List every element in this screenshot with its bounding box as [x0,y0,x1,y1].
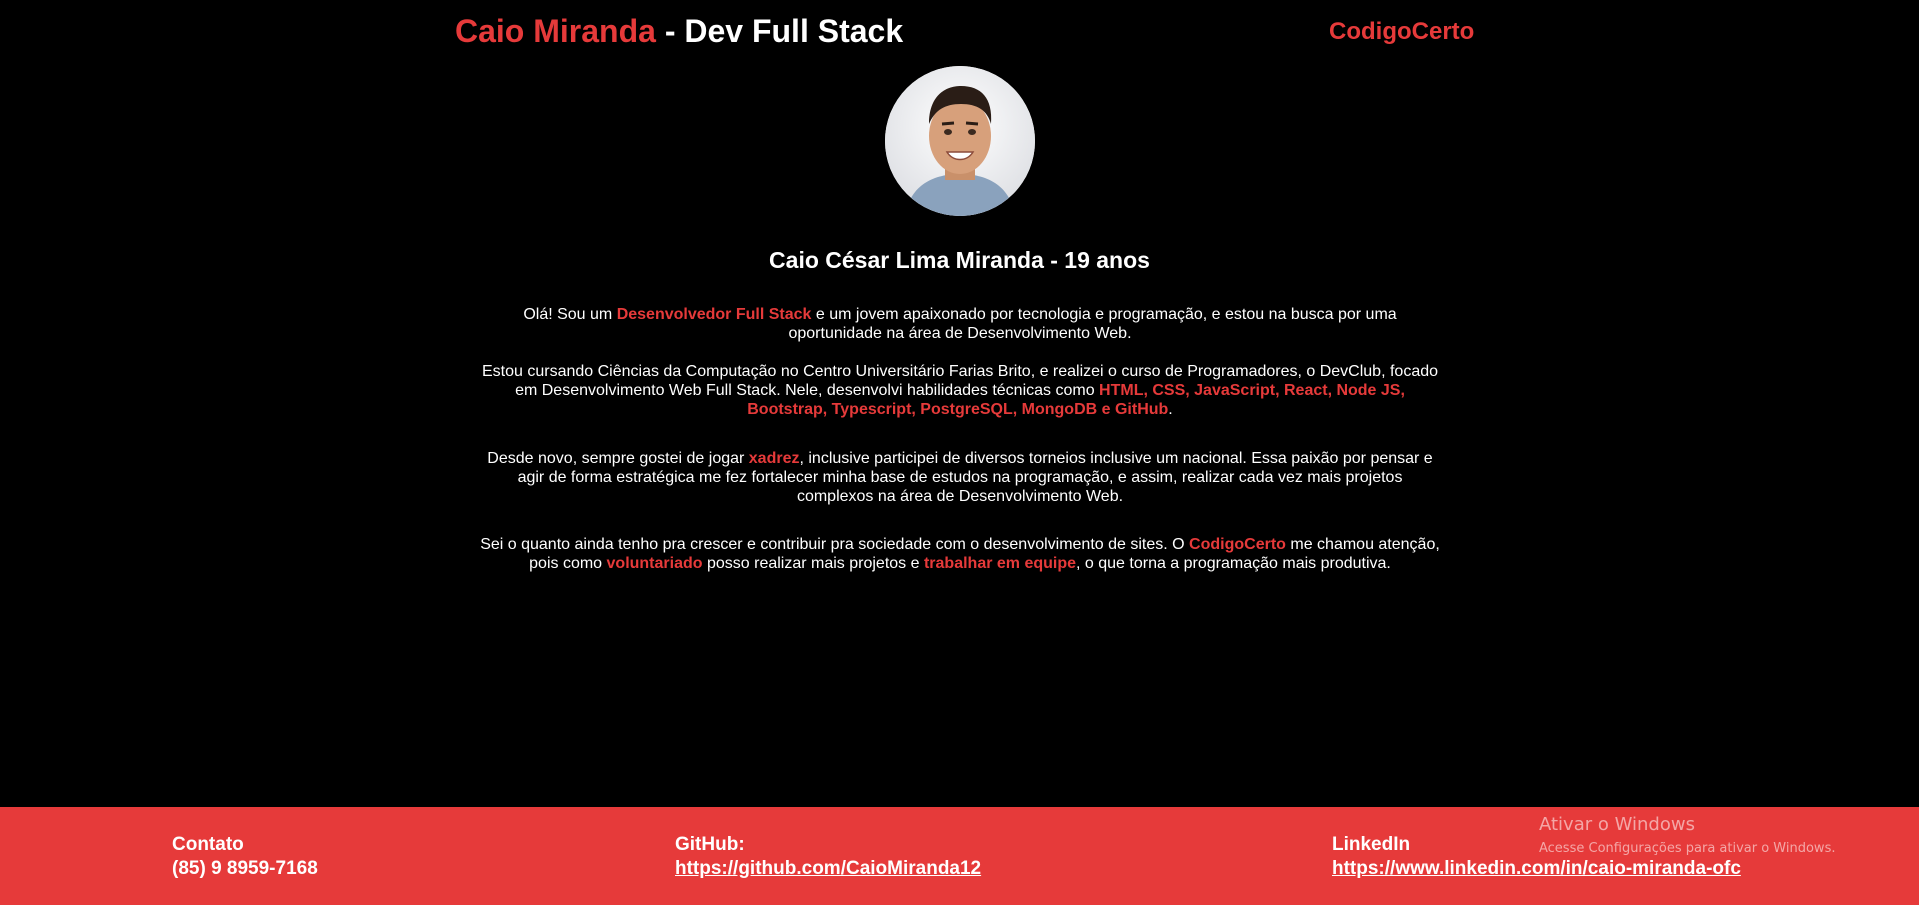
github-title: GitHub: [675,834,745,855]
bio-text: Sei o quanto ainda tenho pra crescer e c… [480,536,1190,553]
bio-highlight: CodigoCerto [1189,536,1286,553]
bio-highlight: trabalhar em equipe [923,555,1077,572]
bio-highlight: voluntariado [606,555,703,572]
footer-contact: Contato (85) 9 8959-7168 [172,833,318,881]
bio-text: Desde novo, sempre gostei de jogar [487,450,749,467]
bio-text: e um jovem apaixonado por tecnologia e p… [788,306,1397,342]
windows-activation-watermark: Ativar o Windows Acesse Configurações pa… [1539,813,1835,858]
bio-highlight: xadrez [748,450,800,467]
bio-paragraph-intro: Olá! Sou um Desenvolvedor Full Stack e u… [480,305,1440,343]
contact-title: Contato [172,834,244,855]
brand-name: Caio Miranda [455,13,656,49]
bio-text: Olá! Sou um [523,306,617,323]
codigocerto-link[interactable]: CodigoCerto [1329,16,1474,48]
bio-text: , o que torna a programação mais produti… [1076,555,1391,572]
page-title: Caio Miranda - Dev Full Stack [455,10,903,52]
avatar [885,66,1035,216]
site-header: Caio Miranda - Dev Full Stack CodigoCert… [0,0,1919,62]
bio-paragraph-education: Estou cursando Ciências da Computação no… [480,362,1440,419]
github-link[interactable]: https://github.com/CaioMiranda12 [675,857,981,881]
bio-text: posso realizar mais projetos e [702,555,924,572]
profile-photo [885,66,1035,216]
bio-text: . [1168,401,1173,418]
profile-name: Caio César Lima Miranda - 19 anos [769,247,1150,273]
bio-highlight: Desenvolvedor Full Stack [616,306,812,323]
contact-phone: (85) 9 8959-7168 [172,858,318,879]
brand-role: Dev Full Stack [684,13,904,49]
linkedin-link[interactable]: https://www.linkedin.com/in/caio-miranda… [1332,857,1741,881]
watermark-subtitle: Acesse Configurações para ativar o Windo… [1539,841,1836,856]
bio-paragraph-goals: Sei o quanto ainda tenho pra crescer e c… [480,535,1440,573]
footer-github: GitHub: https://github.com/CaioMiranda12 [675,833,981,881]
brand-separator: - [655,13,685,49]
bio-paragraph-chess: Desde novo, sempre gostei de jogar xadre… [480,449,1440,506]
watermark-title: Ativar o Windows [1539,814,1695,835]
